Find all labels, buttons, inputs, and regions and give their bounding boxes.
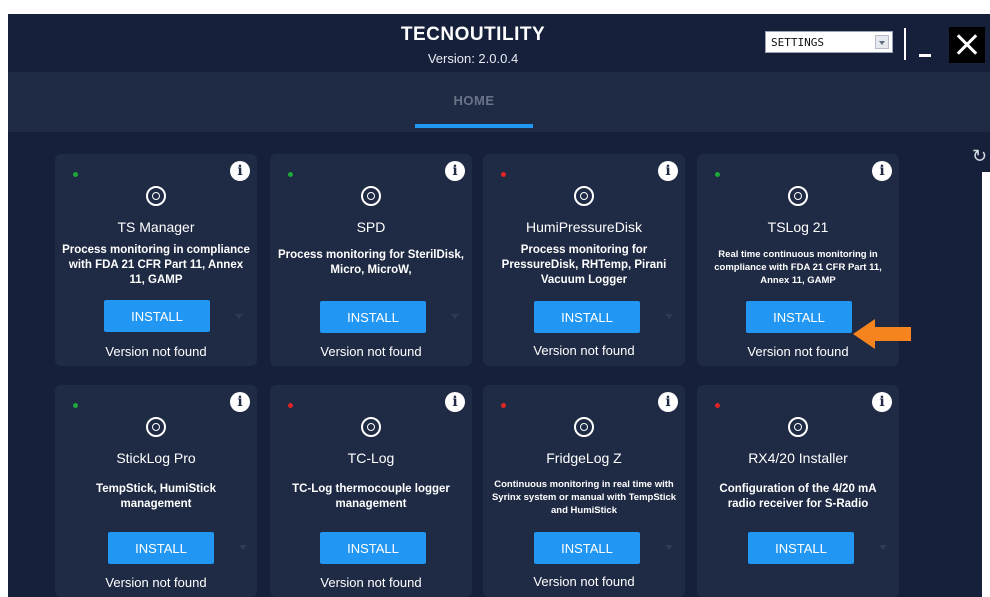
nav-bar: HOME [8,72,990,132]
dropdown-arrow-icon[interactable] [875,35,889,49]
card-title: TS Manager [117,219,195,235]
card-description: TC-Log thermocouple logger management [292,483,450,510]
status-dot [73,172,78,177]
card-title: SPD [356,219,386,235]
info-icon[interactable]: i [872,392,892,412]
status-dot [715,403,720,408]
info-icon[interactable]: i [230,161,250,181]
radio-signal-icon [146,417,166,437]
radio-signal-icon [361,186,381,206]
chevron-down-icon[interactable] [665,545,673,553]
card-title: TC-Log [347,450,395,466]
version-status: Version not found [320,575,422,590]
card-description: Real time continuous monitoring in compl… [714,249,882,286]
info-icon[interactable]: i [658,392,678,412]
app-card-tc-log: i TC-Log TC-Log thermocouple logger mana… [270,385,472,597]
version-status: Version not found [533,343,635,358]
app-window: TECNOUTILITY Version: 2.0.0.4 SETTINGS H… [8,14,990,597]
radio-signal-icon [788,186,808,206]
status-dot [73,403,78,408]
scrollbar[interactable] [982,172,990,597]
radio-signal-icon [574,186,594,206]
install-button[interactable]: INSTALL [534,301,640,333]
app-version: Version: 2.0.0.4 [427,51,519,66]
install-button[interactable]: INSTALL [746,301,852,333]
card-title: HumiPressureDisk [526,219,642,235]
card-title: FridgeLog Z [546,450,622,466]
install-button[interactable]: INSTALL [104,300,210,332]
chevron-down-icon[interactable] [235,314,243,322]
app-card-sticklog-pro: i StickLog Pro TempStick, HumiStick mana… [55,385,257,597]
install-button[interactable]: INSTALL [108,532,214,564]
card-description: Continuous monitoring in real time with … [491,479,677,516]
app-card-ts-manager: i TS Manager Process monitoring in compl… [55,154,257,366]
card-description: Process monitoring for SterilDisk, Micro… [278,249,464,276]
chevron-down-icon[interactable] [665,314,673,322]
radio-signal-icon [361,417,381,437]
info-icon[interactable]: i [658,161,678,181]
tab-active-indicator [415,124,533,128]
titlebar-separator [904,28,906,60]
card-description: Process monitoring in compliance with FD… [62,244,250,286]
app-card-spd: i SPD Process monitoring for SterilDisk,… [270,154,472,366]
radio-signal-icon [788,417,808,437]
install-button[interactable]: INSTALL [320,532,426,564]
info-icon[interactable]: i [445,392,465,412]
refresh-icon[interactable]: ↻ [972,146,990,166]
version-status: Version not found [105,575,207,590]
info-icon[interactable]: i [872,161,892,181]
version-status: Version not found [320,344,422,359]
status-dot [501,172,506,177]
app-card-fridgelog-z: i FridgeLog Z Continuous monitoring in r… [483,385,685,597]
card-title: RX4/20 Installer [748,450,848,466]
radio-signal-icon [146,186,166,206]
close-button[interactable] [949,27,985,63]
radio-signal-icon [574,417,594,437]
title-bar: TECNOUTILITY Version: 2.0.0.4 SETTINGS [8,14,990,72]
version-status: Version not found [533,574,635,589]
app-card-rx420-installer: i RX4/20 Installer Configuration of the … [697,385,899,597]
tab-home-label: HOME [453,93,495,108]
app-card-humipressuredisk: i HumiPressureDisk Process monitoring fo… [483,154,685,366]
card-description: TempStick, HumiStick management [96,483,216,510]
card-description: Configuration of the 4/20 mA radio recei… [719,483,877,510]
status-dot [715,172,720,177]
card-title: StickLog Pro [116,450,196,466]
info-icon[interactable]: i [445,161,465,181]
settings-dropdown[interactable]: SETTINGS [765,31,893,53]
status-dot [288,172,293,177]
card-title: TSLog 21 [767,219,829,235]
chevron-down-icon[interactable] [451,314,459,322]
tab-home[interactable]: HOME [413,72,535,132]
app-title: TECNOUTILITY [400,24,546,45]
install-button[interactable]: INSTALL [320,301,426,333]
minimize-button[interactable] [914,36,936,62]
status-dot [288,403,293,408]
settings-dropdown-value: SETTINGS [771,36,824,49]
install-button[interactable]: INSTALL [748,532,854,564]
status-dot [501,403,506,408]
card-description: Process monitoring for PressureDisk, RHT… [501,244,667,286]
orange-arrow-icon [853,319,911,349]
chevron-down-icon[interactable] [239,545,247,553]
info-icon[interactable]: i [230,392,250,412]
version-status: Version not found [105,344,207,359]
install-button[interactable]: INSTALL [534,532,640,564]
chevron-down-icon[interactable] [879,545,887,553]
